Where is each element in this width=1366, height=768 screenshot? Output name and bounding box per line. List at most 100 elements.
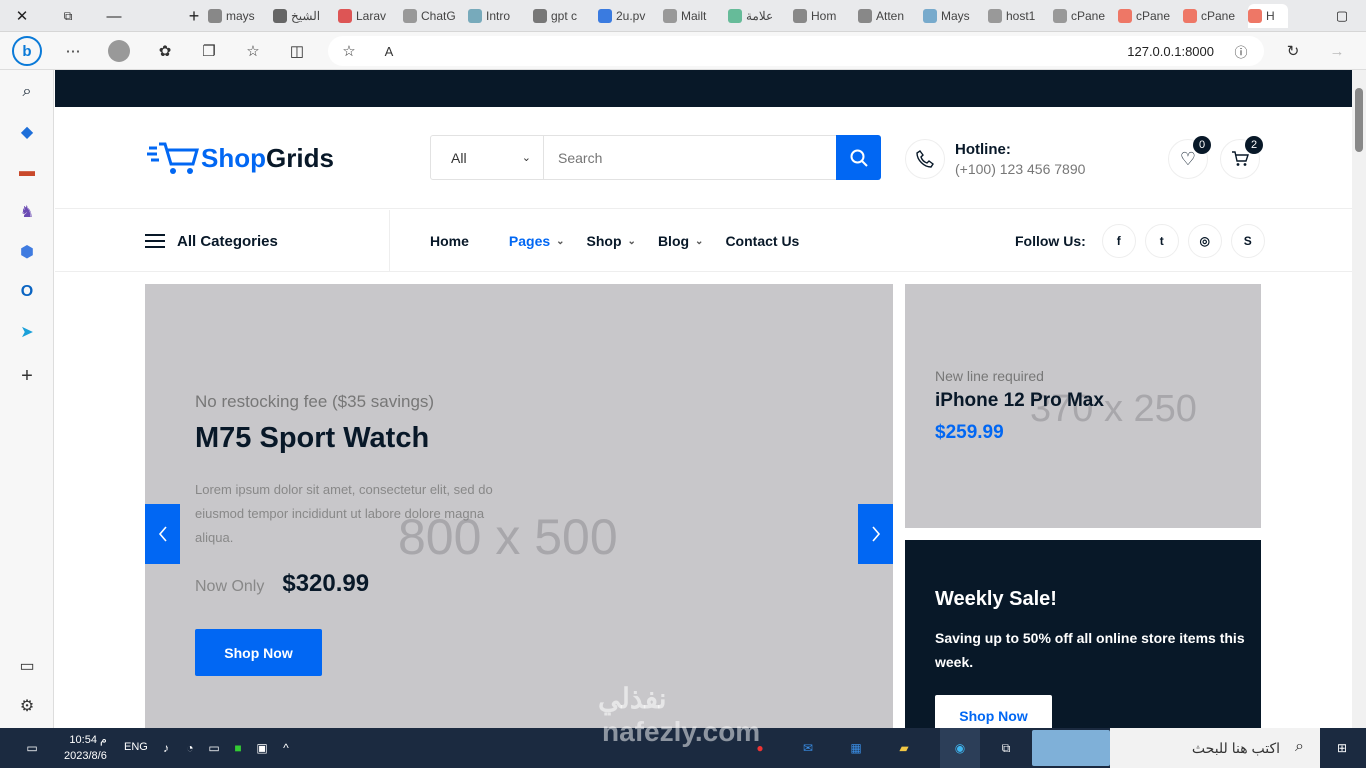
search-input[interactable] [544, 136, 836, 179]
tab-favicon-icon [923, 9, 937, 23]
nav-item-pages[interactable]: Pages ⌄ [509, 233, 565, 249]
settings-icon[interactable]: ⚙ [15, 694, 39, 718]
browser-tab[interactable]: ChatG [403, 4, 465, 28]
site-logo[interactable]: Shop Grids [147, 140, 334, 176]
browser-tab[interactable]: الشيخ [273, 4, 335, 28]
extensions-icon[interactable]: ✿ [154, 40, 176, 62]
language-indicator[interactable]: ENG [124, 741, 148, 753]
tab-favicon-icon [273, 9, 287, 23]
outlook-icon[interactable]: O [15, 280, 39, 304]
browser-tab[interactable]: علامة [728, 4, 790, 28]
maximize-icon[interactable]: ▢ [1328, 0, 1356, 32]
tab-favicon-icon [858, 9, 872, 23]
add-sidebar-icon[interactable]: + [15, 364, 39, 388]
battery-icon[interactable]: ▭ [202, 736, 226, 760]
read-aloud-icon[interactable]: A [378, 40, 400, 62]
nav-item-contact[interactable]: Contact Us [725, 233, 799, 249]
weekly-sale-shop-now-button[interactable]: Shop Now [935, 695, 1052, 728]
browser-tab[interactable]: cPane [1118, 4, 1180, 28]
hero-title: M75 Sport Watch [195, 422, 430, 454]
nav-item-blog[interactable]: Blog ⌄ [658, 233, 704, 249]
weather-widget[interactable] [1032, 730, 1110, 766]
notification-icon[interactable]: ▭ [20, 736, 44, 760]
browser-tab[interactable]: H [1248, 4, 1288, 28]
category-select[interactable]: All ⌄ [431, 136, 544, 179]
skype-icon[interactable]: S [1230, 224, 1265, 258]
collections-icon[interactable]: ❐ [198, 40, 220, 62]
facebook-icon[interactable]: f [1101, 224, 1136, 258]
chevron-up-icon[interactable]: ^ [274, 736, 298, 760]
tab-favicon-icon [533, 9, 547, 23]
browser-tab-label: cPane [1136, 9, 1171, 23]
close-window-icon[interactable]: ✕ [8, 0, 36, 32]
browser-tab-label: Mailt [681, 9, 707, 23]
windows-start-icon[interactable]: ⊞ [1330, 736, 1354, 760]
page-scrollbar[interactable] [1352, 70, 1366, 728]
site-info-icon[interactable]: ⓘ [1230, 40, 1252, 62]
sidebar-toggle-icon[interactable]: ▭ [15, 654, 39, 678]
browser-tab[interactable]: Larav [338, 4, 400, 28]
url-field[interactable]: ☆ A 127.0.0.1:8000 ⓘ [328, 36, 1264, 66]
browser-tab[interactable]: Atten [858, 4, 920, 28]
more-icon[interactable]: ⋯ [62, 40, 84, 62]
forward-icon[interactable]: → [1326, 40, 1348, 62]
network-icon[interactable]: ◔ [178, 736, 202, 760]
browser-tab[interactable]: cPane [1183, 4, 1245, 28]
search-icon[interactable]: ⌕ [15, 80, 39, 104]
profile-icon[interactable] [108, 40, 130, 62]
nav-item-home[interactable]: Home [430, 233, 469, 249]
hotline-number: (+100) 123 456 7890 [955, 161, 1086, 177]
watermark-arabic: نفذلي [598, 683, 667, 714]
minimize-icon[interactable]: — [100, 0, 128, 32]
browser-tab[interactable]: Intro [468, 4, 530, 28]
cart-button[interactable]: 2 [1220, 136, 1263, 179]
shopping-icon[interactable]: ◆ [15, 120, 39, 144]
tools-icon[interactable]: ▬ [15, 160, 39, 184]
task-view-icon[interactable]: ⧉ [994, 736, 1018, 760]
mail-icon[interactable]: ✉ [796, 736, 820, 760]
file-explorer-icon[interactable]: ▰ [892, 736, 916, 760]
slider-next-button[interactable] [858, 504, 893, 564]
wishlist-button[interactable]: ♡ 0 [1168, 136, 1211, 179]
split-screen-icon[interactable]: ◫ [286, 40, 308, 62]
meet-icon[interactable]: ▣ [250, 736, 274, 760]
new-tab-icon[interactable]: + [180, 0, 208, 32]
twitter-icon[interactable]: t [1144, 224, 1179, 258]
app-tray-icon[interactable]: ■ [226, 736, 250, 760]
browser-tab[interactable]: Mailt [663, 4, 725, 28]
restore-icon[interactable]: ⧉ [54, 0, 82, 32]
instagram-icon[interactable]: ◎ [1187, 224, 1222, 258]
browser-tab[interactable]: gpt c [533, 4, 595, 28]
favorites-icon[interactable]: ☆ [242, 40, 264, 62]
games-icon[interactable]: ♞ [15, 200, 39, 224]
store-icon[interactable]: ▦ [844, 736, 868, 760]
add-favorite-icon[interactable]: ☆ [338, 40, 360, 62]
browser-tab[interactable]: 2u.pv [598, 4, 660, 28]
hero-shop-now-button[interactable]: Shop Now [195, 629, 322, 676]
edge-icon[interactable]: ◉ [940, 728, 980, 768]
all-categories-button[interactable]: All Categories [145, 210, 390, 272]
search-button[interactable] [836, 135, 881, 180]
tab-favicon-icon [338, 9, 352, 23]
refresh-icon[interactable]: ↻ [1282, 40, 1304, 62]
nav-label: Shop [586, 233, 622, 249]
browser-tab[interactable]: cPane [1053, 4, 1115, 28]
send-icon[interactable]: ➤ [15, 320, 39, 344]
browser-tab-bar: ✕ ⧉ — + mays الشيخ Larav ChatG Intro gpt c 2u.… [0, 0, 1366, 32]
search-bar: All ⌄ [430, 135, 881, 180]
taskbar-search[interactable]: اكتب هنا للبحث ⌕ [1110, 728, 1320, 768]
browser-tab[interactable]: Hom [793, 4, 855, 28]
office-icon[interactable]: ⬢ [15, 240, 39, 264]
browser-sidebar: ⌕ ◆ ▬ ♞ ⬢ O ➤ + ▭ ⚙ [0, 70, 54, 728]
slider-prev-button[interactable] [145, 504, 180, 564]
scrollbar-thumb[interactable] [1355, 88, 1363, 152]
browser-tab[interactable]: mays [208, 4, 270, 28]
system-clock[interactable]: 10:54 م 2023/8/6 [64, 732, 107, 764]
volume-icon[interactable]: ♪ [154, 736, 178, 760]
browser-tab[interactable]: Mays [923, 4, 985, 28]
bing-icon[interactable]: b [12, 36, 42, 66]
nav-item-shop[interactable]: Shop ⌄ [587, 233, 636, 249]
promo-card-iphone[interactable]: 370 x 250 New line required iPhone 12 Pr… [905, 284, 1261, 528]
browser-tab[interactable]: host1 [988, 4, 1050, 28]
cart-icon [1232, 151, 1249, 166]
